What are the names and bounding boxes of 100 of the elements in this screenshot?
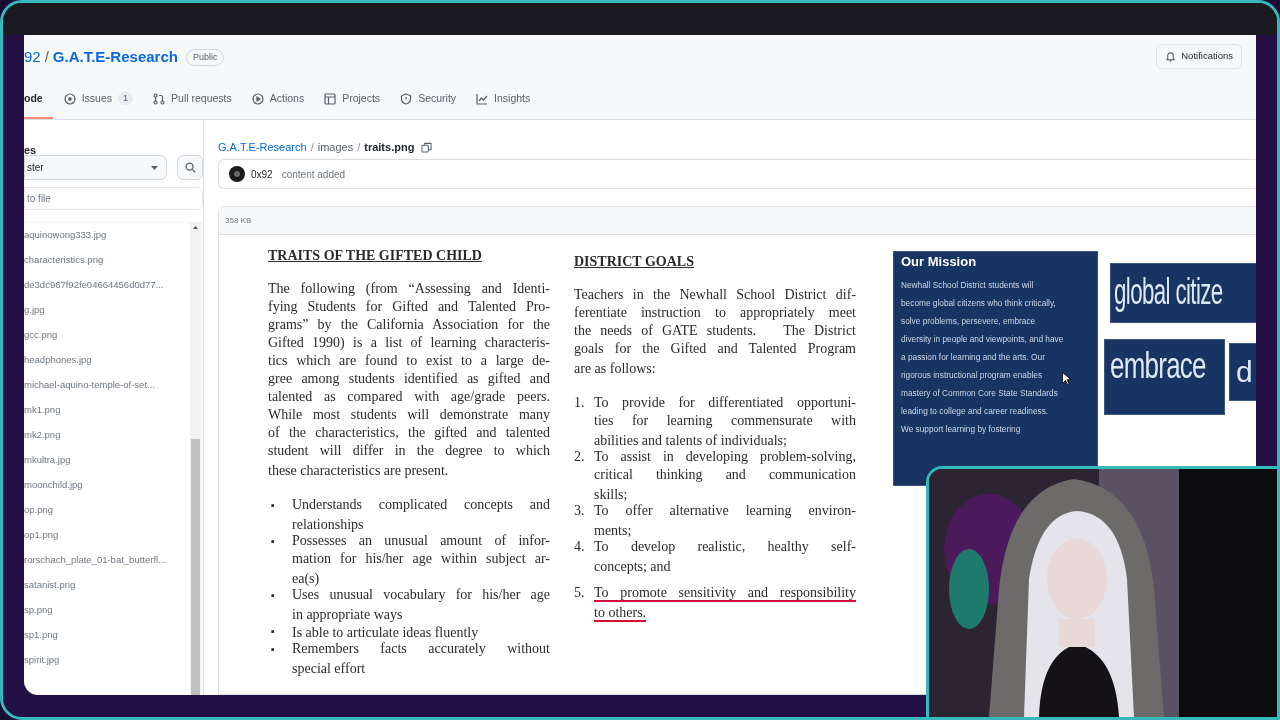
text-line: The following (from “Assessing and Identi- [268,280,550,298]
file-name: traits.png [364,139,415,155]
scrollbar-thumb[interactable] [191,439,200,695]
text-line: gree among students identified as gifted and [268,370,550,388]
text-line: To promote sensitivity and responsibility [594,584,856,602]
search-button[interactable] [177,155,203,180]
text-line: Remembers facts accurately without [292,640,550,658]
bell-icon [1165,51,1177,62]
file-item[interactable]: michael-aquino-temple-of-set... [24,378,155,393]
file-item[interactable]: de3dc967f92fe04664456d0d77... [24,278,164,293]
text-line: skills; [594,486,628,504]
text-line: are as follows: [574,360,656,378]
text-line: concepts; and [594,558,671,576]
text-line: To offer alternative learning environ- [594,502,856,520]
text-line: Newhall School District students will [901,279,1034,292]
repo-tab[interactable]: Pull requests [144,80,241,119]
filter-field[interactable]: to file [24,187,203,210]
path-separator: / [310,139,314,155]
text-line: We support learning by fostering [901,423,1021,436]
text-line: fying Students for Gifted and Talented Pro- [268,298,550,316]
text-line: become global citizens who think critically, [901,297,1056,310]
text-line: a passion for learning and the arts. Our [901,351,1045,364]
text-line: To provide for differentiated opportuni- [594,394,856,412]
file-item[interactable]: aquinowong333.jpg [24,228,107,243]
text-line: rigorous instructional program enables [901,369,1043,382]
text-line: diversity in people and viewpoints, and have [901,333,1064,346]
text-line: Teachers in the Newhall School District dif- [574,286,856,304]
file-item[interactable]: headphones.jpg [24,353,92,368]
text-line: leading to college and career readiness. [901,405,1049,418]
text-line: to others. [594,604,647,622]
file-item[interactable]: op1.png [24,528,59,543]
notifications-button[interactable]: Notifications [1156,44,1242,69]
commit-author[interactable]: 0x92 [251,166,273,182]
text-line: of the characteristics, the gifted and talented [268,424,550,442]
text-line: student will differ in the degree to which [268,442,550,460]
text-line: mation for his/her age within subject ar- [292,550,550,568]
item-number: 4. [574,538,586,556]
file-item[interactable]: characteristics.png [24,253,104,268]
bullet-marker: ▪ [270,534,276,549]
text-line: solve problems, persevere, embrace [901,315,1036,328]
text-line: tics which are found to exist to a large de- [268,352,550,370]
bullet-marker: ▪ [270,498,276,513]
file-item[interactable]: op.png [24,503,54,518]
text-line: Gifted 1990) is a list of learning characteris- [268,334,550,352]
file-item[interactable]: moonchild.jpg [24,478,83,493]
text-line: ties for learning commensurate with [594,412,856,430]
file-item[interactable]: sp.png [24,603,53,618]
item-number: 1. [574,394,586,412]
file-item[interactable]: g.jpg [24,303,45,318]
text-line: abilities and talents of individuals; [594,432,787,450]
text-line: Possesses an unusual amount of infor- [292,532,550,550]
text-line: special effort [292,660,366,678]
text-line: talented as compared with age/grade peers. [268,388,550,406]
text-line: mastery of Common Core State Standards [901,387,1058,400]
owner-link[interactable]: 92 [24,46,41,69]
text-line: grams” by the California Association for the [268,316,550,334]
avatar-icon [229,166,245,182]
repo-tab[interactable]: Actions [242,80,314,119]
tile-word: embrace [1110,344,1206,388]
cursor-icon [1062,372,1071,385]
file-item[interactable]: mkultra.jpg [24,453,71,468]
text-line: relationships [292,516,364,534]
item-number: 2. [574,448,586,466]
graph-icon [476,92,489,105]
file-item[interactable]: spirit.jpg [24,653,60,668]
file-item[interactable]: mk1.png [24,403,61,418]
play-icon [251,92,264,105]
text-line: To develop realistic, healthy self- [594,538,856,556]
section-heading: TRAITS OF THE GIFTED CHILD [268,248,482,263]
repo-tab[interactable]: ode [24,80,53,119]
file-item[interactable]: sp1.png [24,628,58,643]
file-item[interactable]: gcc.png [24,328,58,343]
copy-icon[interactable] [421,141,433,153]
search-icon [184,162,196,173]
path-separator: / [357,139,361,155]
branch-select[interactable]: ster [24,155,167,180]
scroll-up-icon[interactable] [193,226,198,229]
pull-request-icon [153,92,166,105]
repo-tab[interactable]: Insights [467,80,540,119]
commit-message[interactable]: content added [281,166,346,182]
file-item[interactable]: satanist.png [24,578,76,593]
item-number: 3. [574,502,586,520]
breadcrumb-link[interactable]: images [317,138,354,156]
breadcrumb-link[interactable]: G.A.T.E-Research [218,138,307,156]
scrollbar[interactable] [190,223,201,695]
text-line: the needs of GATE students. The District [574,322,856,340]
repo-name-link[interactable]: G.A.T.E-Research [52,46,178,69]
caret-icon [151,165,158,170]
file-item[interactable]: mk2.png [24,428,61,443]
repo-tab[interactable]: Projects [315,80,390,119]
item-number: 5. [574,584,586,602]
file-item[interactable]: rorschach_plate_01-bat_butterfl... [24,553,167,568]
repo-tab[interactable]: Security [391,80,466,119]
bullet-marker: ▪ [270,642,276,657]
path-separator: / [44,47,49,68]
text-line: ments; [594,522,632,540]
repo-tab[interactable]: Issues 1 [54,80,143,119]
table-icon [324,92,337,105]
text-line: Uses unusual vocabulary for his/her age [292,586,550,604]
text-line: While most students will demonstrate many [268,406,550,424]
